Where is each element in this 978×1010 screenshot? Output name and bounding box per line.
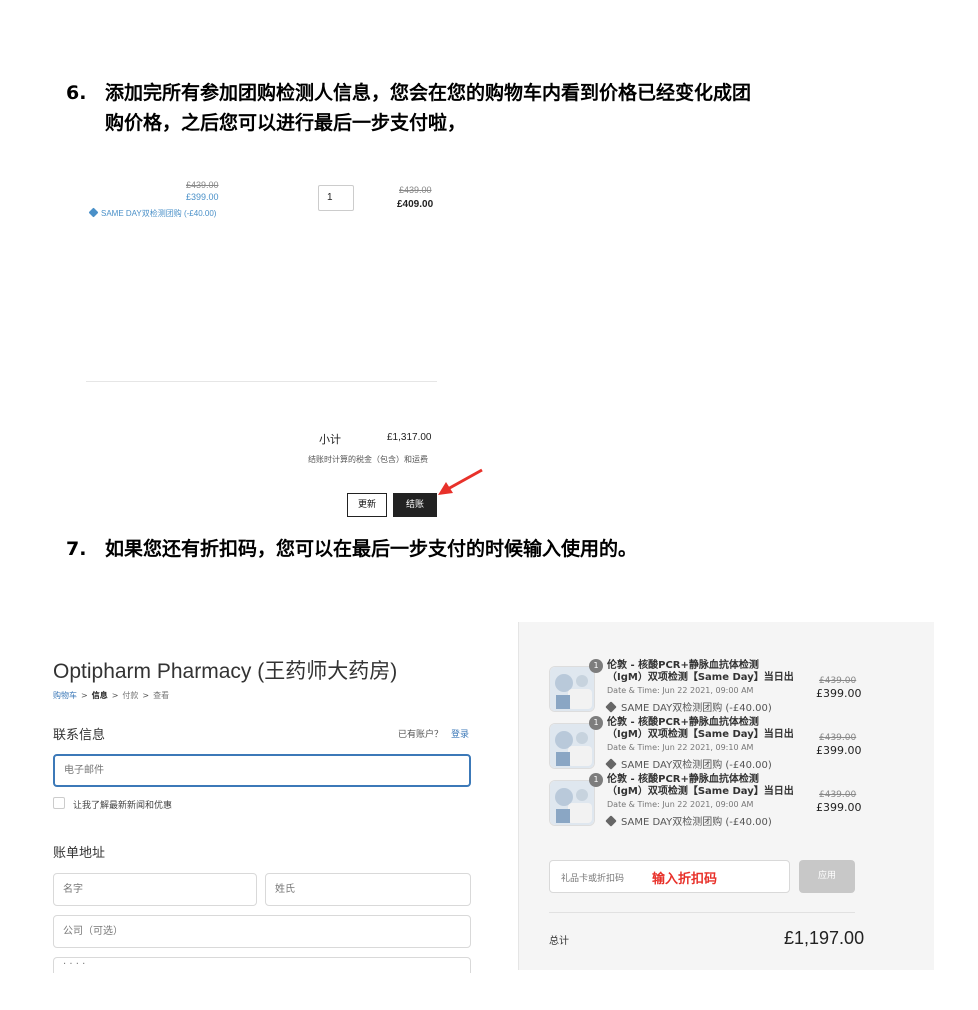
subtotal-value: £1,317.00 bbox=[387, 432, 432, 443]
item-discount-label: SAME DAY双检测团购 (-£40.00) bbox=[621, 703, 772, 714]
breadcrumb-separator: > bbox=[111, 691, 119, 700]
line-new-total: £409.00 bbox=[397, 199, 434, 210]
tag-icon bbox=[88, 207, 99, 218]
item-name-line-2: （IgM）双项检测【Same Day】当日出 bbox=[607, 786, 794, 797]
quantity-badge: 1 bbox=[589, 773, 603, 787]
tag-icon bbox=[605, 701, 617, 713]
item-old-price: £439.00 bbox=[819, 790, 857, 800]
breadcrumb-item[interactable]: 查看 bbox=[153, 691, 169, 700]
billing-heading: 账单地址 bbox=[53, 846, 106, 861]
total-value: £1,197.00 bbox=[784, 928, 865, 948]
breadcrumb-item[interactable]: 购物车 bbox=[53, 691, 77, 700]
have-account-text: 已有账户？ bbox=[398, 730, 444, 740]
item-date: Date & Time: Jun 22 2021, 09:10 AM bbox=[607, 743, 754, 752]
item-name-line-1: 伦敦 - 核酸PCR+静脉血抗体检测 bbox=[607, 774, 759, 785]
item-new-price: £399.00 bbox=[816, 801, 862, 814]
first-name-input[interactable]: 名字 bbox=[53, 873, 257, 906]
quantity-badge: 1 bbox=[589, 716, 603, 730]
breadcrumb-item[interactable]: 信息 bbox=[92, 691, 108, 700]
discount-placeholder: 礼品卡或折扣码 bbox=[561, 874, 625, 884]
breadcrumb-item[interactable]: 付款 bbox=[122, 691, 138, 700]
total-label: 总计 bbox=[549, 936, 569, 947]
step-text-line-2: 购价格，之后您可以进行最后一步支付啦， bbox=[105, 112, 467, 134]
item-discount-label: SAME DAY双检测团购 (-£40.00) bbox=[621, 760, 772, 771]
item-name-line-2: （IgM）双项检测【Same Day】当日出 bbox=[607, 729, 794, 740]
step-number: 6. bbox=[66, 82, 87, 104]
item-new-price: £399.00 bbox=[816, 687, 862, 700]
company-input[interactable]: 公司（可选） bbox=[53, 915, 471, 948]
product-thumbnail bbox=[549, 723, 595, 769]
item-discount: SAME DAY双检测团购 (-£40.00) bbox=[605, 756, 772, 771]
step-number: 7. bbox=[66, 538, 87, 560]
breadcrumb-separator: > bbox=[81, 691, 88, 700]
apply-button[interactable]: 应用 bbox=[799, 860, 855, 893]
discount-label: SAME DAY双检测团购 (-£40.00) bbox=[101, 209, 217, 218]
cart-divider bbox=[86, 381, 437, 382]
item-name-line-2: （IgM）双项检测【Same Day】当日出 bbox=[607, 672, 794, 683]
discount-annotation: 输入折扣码 bbox=[652, 872, 718, 887]
step-text-line-1: 添加完所有参加团购检测人信息，您会在您的购物车内看到价格已经变化成团 bbox=[105, 82, 752, 104]
item-old-price: £439.00 bbox=[819, 733, 857, 743]
subtotal-label: 小计 bbox=[319, 433, 341, 446]
product-image-icon bbox=[550, 667, 594, 711]
unit-old-price: £439.00 bbox=[186, 180, 219, 190]
step-7-heading: 7. 如果您还有折扣码，您可以在最后一步支付的时候输入使用的。 bbox=[66, 536, 946, 568]
newsletter-checkbox[interactable] bbox=[53, 797, 65, 809]
login-link[interactable]: 登录 bbox=[451, 727, 469, 740]
discount-code-input[interactable]: 礼品卡或折扣码 输入折扣码 bbox=[549, 860, 790, 893]
line-old-total: £439.00 bbox=[399, 185, 432, 195]
tax-note: 结账时计算的税金（包含）和运费 bbox=[308, 455, 428, 464]
product-image-icon bbox=[550, 724, 594, 768]
contact-heading: 联系信息 bbox=[53, 728, 106, 743]
step-text-line-1: 如果您还有折扣码，您可以在最后一步支付的时候输入使用的。 bbox=[105, 538, 638, 560]
quantity-badge: 1 bbox=[589, 659, 603, 673]
item-old-price: £439.00 bbox=[819, 676, 857, 686]
breadcrumb-separator: > bbox=[142, 691, 150, 700]
update-button[interactable]: 更新 bbox=[347, 493, 387, 517]
product-image-icon bbox=[550, 781, 594, 825]
newsletter-label: 让我了解最新新闻和优惠 bbox=[73, 801, 173, 811]
unit-new-price: £399.00 bbox=[186, 192, 219, 202]
item-discount-label: SAME DAY双检测团购 (-£40.00) bbox=[621, 817, 772, 828]
item-name-line-1: 伦敦 - 核酸PCR+静脉血抗体检测 bbox=[607, 660, 759, 671]
item-date: Date & Time: Jun 22 2021, 09:00 AM bbox=[607, 800, 754, 809]
item-discount: SAME DAY双检测团购 (-£40.00) bbox=[605, 813, 772, 828]
red-arrow-icon bbox=[438, 468, 483, 495]
item-new-price: £399.00 bbox=[816, 744, 862, 757]
item-date: Date & Time: Jun 22 2021, 09:00 AM bbox=[607, 686, 754, 695]
step-6-heading: 6. 添加完所有参加团购检测人信息，您会在您的购物车内看到价格已经变化成团 购价… bbox=[66, 80, 946, 144]
quantity-input[interactable]: 1 bbox=[318, 185, 354, 211]
discount-tag: SAME DAY双检测团购 (-£40.00) bbox=[88, 207, 217, 219]
shop-title: Optipharm Pharmacy (王药师大药房) bbox=[53, 660, 398, 683]
summary-divider bbox=[549, 912, 855, 913]
address-input[interactable]: · · · · bbox=[53, 957, 471, 973]
item-name-line-1: 伦敦 - 核酸PCR+静脉血抗体检测 bbox=[607, 717, 759, 728]
tag-icon bbox=[605, 815, 617, 827]
email-input[interactable]: 电子邮件 bbox=[53, 754, 471, 787]
product-thumbnail bbox=[549, 666, 595, 712]
checkout-button[interactable]: 结账 bbox=[393, 493, 437, 517]
breadcrumb: 购物车 > 信息 > 付款 > 查看 bbox=[53, 690, 173, 701]
item-discount: SAME DAY双检测团购 (-£40.00) bbox=[605, 699, 772, 714]
tag-icon bbox=[605, 758, 617, 770]
last-name-input[interactable]: 姓氏 bbox=[265, 873, 471, 906]
product-thumbnail bbox=[549, 780, 595, 826]
